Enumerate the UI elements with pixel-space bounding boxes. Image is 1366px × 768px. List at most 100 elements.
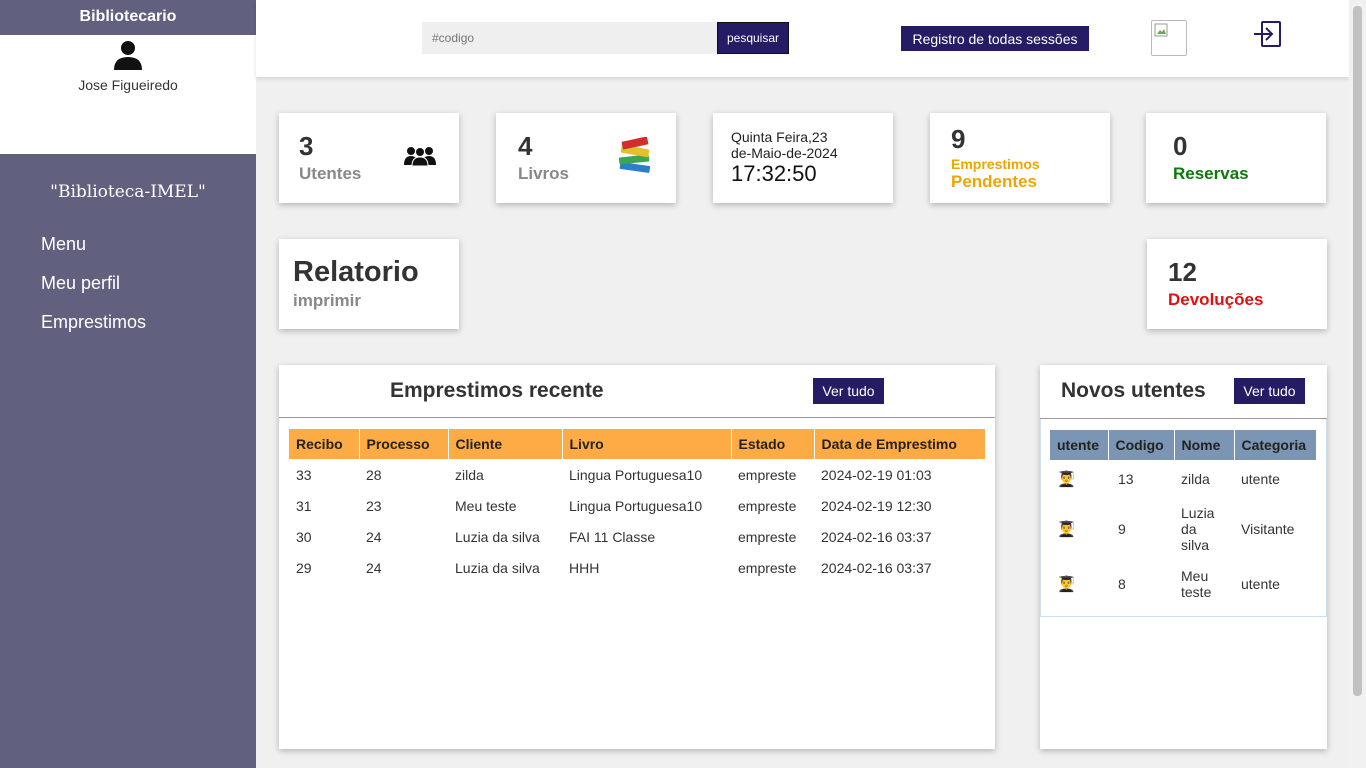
column-header: Processo xyxy=(359,429,449,459)
table-cell: 24 xyxy=(366,528,382,545)
column-header: Estado xyxy=(731,429,815,459)
livros-label: Livros xyxy=(518,164,570,183)
imprimir-link[interactable]: imprimir xyxy=(293,291,361,311)
table-cell: zilda xyxy=(1181,471,1210,487)
table-cell: 23 xyxy=(366,497,382,514)
column-header: Nome xyxy=(1174,430,1235,460)
table-cell: empreste xyxy=(738,559,797,576)
pendentes-label: Pendentes xyxy=(951,172,1037,191)
livros-card[interactable]: 4 Livros xyxy=(496,113,676,203)
table-row: 33 28 zilda Lingua Portuguesa10 empreste… xyxy=(289,459,985,490)
table-cell: 30 xyxy=(296,528,312,545)
recent-loans-title: Emprestimos recente xyxy=(390,379,604,402)
table-cell: Meu teste xyxy=(1181,568,1212,600)
nav-item-menu[interactable]: Menu xyxy=(41,234,256,273)
recent-loans-table: Recibo Processo Cliente Livro Estado Dat… xyxy=(289,429,985,583)
emprestimos-pendentes-card[interactable]: 9 Emprestimos Pendentes xyxy=(930,113,1110,203)
table-cell: 2024-02-19 12:30 xyxy=(821,497,932,514)
table-cell: zilda xyxy=(455,466,484,483)
table-cell: 13 xyxy=(1118,471,1134,487)
reservas-label: Reservas xyxy=(1173,164,1249,183)
utentes-card[interactable]: 3 Utentes xyxy=(279,113,459,203)
reservas-count: 0 xyxy=(1173,131,1188,161)
table-cell: Visitante xyxy=(1241,521,1295,537)
search-button[interactable]: pesquisar xyxy=(717,22,789,54)
table-row: 👨‍🎓 8 Meu teste utente xyxy=(1050,560,1316,608)
scrollbar-thumb[interactable] xyxy=(1353,6,1362,696)
table-cell: 👨‍🎓 xyxy=(1050,498,1108,560)
table-header-row: utente Codigo Nome Categoria xyxy=(1050,430,1316,460)
utentes-count: 3 xyxy=(299,131,314,161)
nav-item-meu-perfil[interactable]: Meu perfil xyxy=(41,273,256,312)
relatorio-title: Relatorio xyxy=(293,256,419,288)
broken-image-icon[interactable] xyxy=(1151,20,1187,56)
sessions-log-button[interactable]: Registro de todas sessões xyxy=(901,26,1089,51)
table-cell: 8 xyxy=(1118,576,1126,592)
table-cell: empreste xyxy=(738,497,797,514)
table-row: 30 24 Luzia da silva FAI 11 Classe empre… xyxy=(289,521,985,552)
table-cell: Luzia da silva xyxy=(455,559,540,576)
table-cell: 9 xyxy=(1118,521,1126,537)
column-header: Categoria xyxy=(1234,430,1316,460)
table-cell: Meu teste xyxy=(455,497,517,514)
table-cell: empreste xyxy=(738,466,797,483)
table-cell: 2024-02-16 03:37 xyxy=(821,528,932,545)
devolucoes-count: 12 xyxy=(1168,257,1197,287)
search-input[interactable] xyxy=(422,22,718,54)
table-row: 31 23 Meu teste Lingua Portuguesa10 empr… xyxy=(289,490,985,521)
new-users-table: utente Codigo Nome Categoria 👨‍🎓 13 zild… xyxy=(1050,430,1316,608)
user-name: Jose Figueiredo xyxy=(78,77,178,93)
table-row: 👨‍🎓 13 zilda utente xyxy=(1050,460,1316,498)
table-cell: 2024-02-16 03:37 xyxy=(821,559,932,576)
livros-count: 4 xyxy=(518,131,533,161)
column-header: Recibo xyxy=(289,429,360,459)
table-row: 👨‍🎓 9 Luzia da silva Visitante xyxy=(1050,498,1316,560)
column-header: Codigo xyxy=(1108,430,1175,460)
devolucoes-label: Devoluções xyxy=(1168,290,1264,309)
column-header: Cliente xyxy=(448,429,563,459)
sidebar-nav: Menu Meu perfil Emprestimos xyxy=(0,234,256,351)
table-cell: 2024-02-19 01:03 xyxy=(821,466,932,483)
relatorio-card[interactable]: Relatorio imprimir xyxy=(279,239,459,329)
table-cell: 24 xyxy=(366,559,382,576)
table-cell: 👨‍🎓 xyxy=(1050,460,1108,498)
brand-title: "Biblioteca-IMEL" xyxy=(50,182,206,202)
student-icon: 👨‍🎓 xyxy=(1057,471,1076,488)
column-header: Data de Emprestimo xyxy=(814,429,985,459)
table-cell: 👨‍🎓 xyxy=(1050,560,1108,608)
table-cell: FAI 11 Classe xyxy=(569,528,656,545)
top-bar: pesquisar Registro de todas sessões xyxy=(256,0,1349,77)
reservas-card[interactable]: 0 Reservas xyxy=(1146,113,1326,203)
table-cell: HHH xyxy=(569,559,600,576)
recent-loans-panel: Emprestimos recente Ver tudo Recibo Proc… xyxy=(279,365,995,749)
page-scrollbar[interactable] xyxy=(1349,0,1366,768)
new-users-title: Novos utentes xyxy=(1061,379,1206,402)
users-group-icon xyxy=(404,147,436,167)
column-header: utente xyxy=(1050,430,1109,460)
user-avatar-icon xyxy=(114,41,142,70)
new-users-view-all-button[interactable]: Ver tudo xyxy=(1234,378,1305,404)
devolucoes-card[interactable]: 12 Devoluções xyxy=(1147,239,1327,329)
nav-item-emprestimos[interactable]: Emprestimos xyxy=(41,312,256,351)
table-cell: utente xyxy=(1241,471,1280,487)
recent-loans-view-all-button[interactable]: Ver tudo xyxy=(813,378,884,404)
weekday-text: Quinta Feira,23 xyxy=(731,129,828,145)
logout-icon[interactable] xyxy=(1252,20,1282,48)
sidebar-role-title: Bibliotecario xyxy=(0,0,256,35)
datetime-card: Quinta Feira,23 de-Maio-de-2024 17:32:50 xyxy=(713,113,893,203)
emprestimos-count: 9 xyxy=(951,124,966,154)
table-cell: 28 xyxy=(366,466,382,483)
books-icon xyxy=(618,137,651,173)
table-cell: empreste xyxy=(738,528,797,545)
table-cell: 31 xyxy=(296,497,312,514)
table-cell: Luzia da silva xyxy=(455,528,540,545)
table-cell: 29 xyxy=(296,559,312,576)
table-row: 29 24 Luzia da silva HHH empreste 2024-0… xyxy=(289,552,985,583)
table-cell: Lingua Portuguesa10 xyxy=(569,497,703,514)
table-cell: Lingua Portuguesa10 xyxy=(569,466,703,483)
table-cell: utente xyxy=(1241,576,1280,592)
time-text: 17:32:50 xyxy=(731,161,817,186)
student-icon: 👨‍🎓 xyxy=(1057,521,1076,538)
sidebar: Bibliotecario Jose Figueiredo "Bibliotec… xyxy=(0,0,256,768)
student-icon: 👨‍🎓 xyxy=(1057,576,1076,593)
